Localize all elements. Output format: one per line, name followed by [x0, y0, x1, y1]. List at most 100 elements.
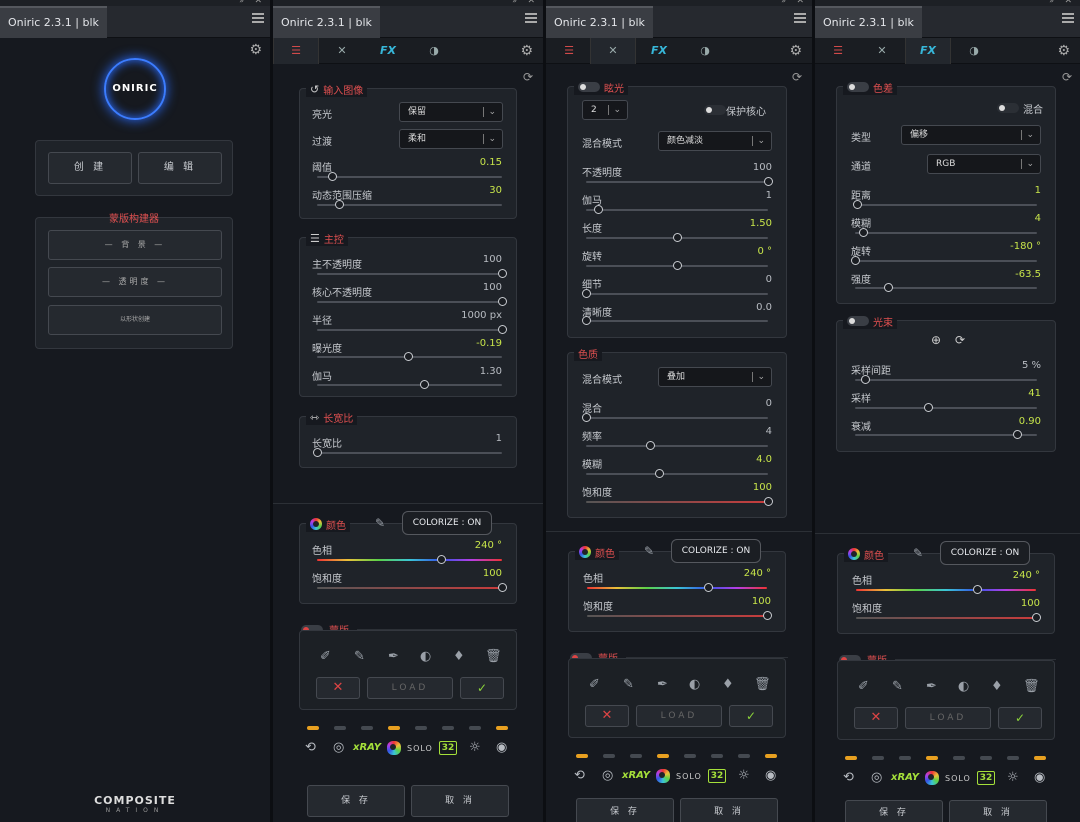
sync-icon[interactable]: ⟲: [574, 768, 585, 783]
step-slider[interactable]: [855, 375, 1037, 384]
opacity-slider[interactable]: [317, 269, 507, 278]
protect-core-toggle[interactable]: [704, 105, 726, 115]
tab-flare[interactable]: ✕: [859, 38, 905, 64]
slider-knob[interactable]: [594, 205, 603, 214]
opacity-slider[interactable]: [586, 177, 773, 186]
slider-knob[interactable]: [582, 289, 591, 298]
eye-icon[interactable]: ◉: [765, 768, 776, 783]
brush-icon[interactable]: ✐: [858, 679, 869, 694]
xray-toggle[interactable]: xRAY: [891, 772, 919, 783]
tab-controls[interactable]: ☰: [815, 38, 861, 64]
panel-tab-title[interactable]: Oniric 2.3.1 | blk: [273, 6, 380, 38]
gear-icon[interactable]: ⚙: [789, 38, 802, 64]
blur-slider[interactable]: [855, 228, 1037, 237]
slider-knob[interactable]: [851, 256, 860, 265]
refresh-icon[interactable]: ⟳: [792, 70, 802, 84]
gear-icon[interactable]: ⚙: [520, 38, 533, 64]
mask-apply-button[interactable]: ✓: [998, 707, 1042, 729]
slider-knob[interactable]: [328, 172, 337, 181]
slider-knob[interactable]: [498, 269, 507, 278]
collapse-icon[interactable]: »: [239, 0, 244, 5]
menu-icon[interactable]: [525, 13, 537, 23]
slider-knob[interactable]: [313, 448, 322, 457]
close-icon[interactable]: ✕: [254, 0, 262, 6]
edit-button[interactable]: 编 辑: [138, 152, 222, 184]
mask-load-button[interactable]: LOAD: [636, 705, 722, 727]
colorize-toggle[interactable]: COLORIZE : ON: [402, 511, 492, 535]
colorize-toggle[interactable]: COLORIZE : ON: [671, 539, 761, 563]
tab-flare[interactable]: ✕: [590, 38, 636, 64]
background-button[interactable]: — 背 景 —: [48, 230, 222, 260]
drc-slider[interactable]: [317, 200, 502, 209]
xray-toggle[interactable]: xRAY: [622, 770, 650, 781]
save-button[interactable]: 保 存: [576, 798, 674, 822]
drop-icon[interactable]: ♦: [991, 679, 1003, 694]
tab-composite[interactable]: ◑: [951, 38, 997, 64]
hue-slider[interactable]: [587, 583, 767, 592]
slider-knob[interactable]: [582, 413, 591, 422]
slider-knob[interactable]: [654, 469, 664, 478]
tab-composite[interactable]: ◑: [411, 38, 457, 64]
eyedropper-icon[interactable]: ✎: [913, 546, 923, 560]
hue-slider[interactable]: [317, 555, 502, 564]
layers-icon[interactable]: ◎: [602, 768, 613, 783]
solo-toggle[interactable]: SOLO: [945, 774, 971, 783]
sync-icon[interactable]: ⟲: [305, 740, 316, 755]
slider-knob[interactable]: [763, 611, 772, 620]
collapse-icon[interactable]: »: [1049, 0, 1054, 5]
threshold-slider[interactable]: [317, 172, 502, 181]
mix-slider[interactable]: [582, 413, 768, 422]
eyedropper-icon[interactable]: ✎: [375, 516, 385, 530]
brush-icon[interactable]: ✐: [320, 649, 331, 664]
mix-toggle[interactable]: [997, 103, 1019, 113]
drop-icon[interactable]: ♦: [453, 649, 465, 664]
channel-select[interactable]: RGB ⌄: [927, 154, 1041, 174]
cancel-button[interactable]: 取 消: [411, 785, 509, 817]
picker-icon[interactable]: ✒: [926, 679, 937, 694]
slider-knob[interactable]: [645, 441, 655, 450]
tab-fx[interactable]: FX: [905, 38, 951, 64]
texture-blend-select[interactable]: 叠加 ⌄: [658, 367, 772, 387]
distance-slider[interactable]: [853, 200, 1037, 209]
mask-load-button[interactable]: LOAD: [367, 677, 453, 699]
slider-knob[interactable]: [420, 380, 430, 389]
eye-icon[interactable]: ◉: [1034, 770, 1045, 785]
slider-knob[interactable]: [673, 261, 682, 270]
drop-icon[interactable]: ♦: [722, 677, 734, 692]
layers-icon[interactable]: ◎: [333, 740, 344, 755]
mask-clear-button[interactable]: ✕: [854, 707, 898, 729]
chromatic-toggle[interactable]: [847, 82, 869, 92]
sun-icon[interactable]: ☼: [1007, 770, 1019, 785]
eye-icon[interactable]: ◉: [496, 740, 507, 755]
refresh-icon[interactable]: ⟳: [1062, 70, 1072, 84]
tab-composite[interactable]: ◑: [682, 38, 728, 64]
decay-slider[interactable]: [855, 430, 1037, 439]
create-button[interactable]: 创 建: [48, 152, 132, 184]
picker-icon[interactable]: ✒: [657, 677, 668, 692]
glow-count-select[interactable]: 2 ⌄: [582, 100, 628, 120]
panel-tab-title[interactable]: Oniric 2.3.1 | blk: [815, 6, 922, 38]
slider-knob[interactable]: [498, 297, 507, 306]
solo-toggle[interactable]: SOLO: [407, 744, 433, 753]
samples-slider[interactable]: [855, 403, 1037, 412]
saturation-slider[interactable]: [856, 613, 1041, 622]
gamma-slider[interactable]: [586, 205, 768, 214]
mask-apply-button[interactable]: ✓: [729, 705, 773, 727]
blend-select[interactable]: 颜色减淡 ⌄: [658, 131, 772, 151]
slider-knob[interactable]: [673, 233, 682, 242]
slider-knob[interactable]: [853, 200, 862, 209]
rays-toggle[interactable]: [847, 316, 869, 326]
mask-apply-button[interactable]: ✓: [460, 677, 504, 699]
target-icon[interactable]: ⊕: [931, 333, 941, 347]
type-select[interactable]: 偏移 ⌄: [901, 125, 1041, 145]
gear-icon[interactable]: ⚙: [249, 42, 262, 58]
cancel-button[interactable]: 取 消: [949, 800, 1047, 822]
panel-tab-title[interactable]: Oniric 2.3.1 | blk: [546, 6, 653, 38]
slider-knob[interactable]: [498, 583, 507, 592]
menu-icon[interactable]: [794, 13, 806, 23]
eraser-icon[interactable]: ✎: [623, 677, 634, 692]
hue-slider[interactable]: [856, 585, 1036, 594]
color-wheel-icon[interactable]: [925, 771, 939, 785]
strength-slider[interactable]: [855, 283, 1037, 292]
cancel-button[interactable]: 取 消: [680, 798, 778, 822]
